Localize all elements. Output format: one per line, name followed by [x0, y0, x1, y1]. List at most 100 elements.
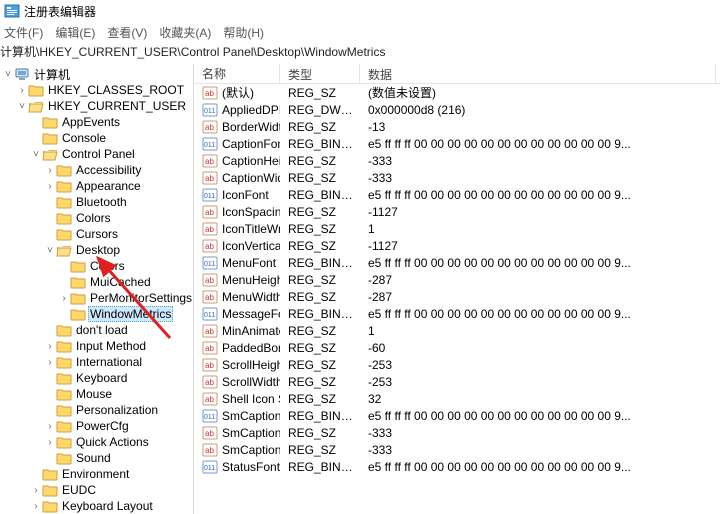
tree-item[interactable]: ›Accessibility: [2, 162, 193, 178]
tree-item[interactable]: ›Appearance: [2, 178, 193, 194]
value-row[interactable]: 011SmCaptionFontREG_BINARYe5 ff ff ff 00…: [194, 407, 720, 424]
value-row[interactable]: abMinAnimateREG_SZ1: [194, 322, 720, 339]
tree-item[interactable]: Mouse: [2, 386, 193, 402]
value-row[interactable]: 011MenuFontREG_BINARYe5 ff ff ff 00 00 0…: [194, 254, 720, 271]
tree-item[interactable]: ›Keyboard Layout: [2, 498, 193, 514]
value-row[interactable]: abCaptionHeightREG_SZ-333: [194, 152, 720, 169]
value-row[interactable]: abSmCaptionWidthREG_SZ-333: [194, 441, 720, 458]
value-row[interactable]: abIconTitleWrapREG_SZ1: [194, 220, 720, 237]
menu-view[interactable]: 查看(V): [107, 24, 147, 41]
value-data: -1127: [360, 205, 716, 219]
expand-toggle[interactable]: ˅: [2, 67, 14, 81]
expand-toggle[interactable]: ›: [44, 179, 56, 193]
value-row[interactable]: abIconSpacingREG_SZ-1127: [194, 203, 720, 220]
value-row[interactable]: abBorderWidthREG_SZ-13: [194, 118, 720, 135]
tree-item[interactable]: ˅Control Panel: [2, 146, 193, 162]
tree-item[interactable]: ›PerMonitorSettings: [2, 290, 193, 306]
expand-toggle[interactable]: ›: [58, 291, 70, 305]
tree-item[interactable]: Bluetooth: [2, 194, 193, 210]
tree-item[interactable]: ›PowerCfg: [2, 418, 193, 434]
value-row[interactable]: 011IconFontREG_BINARYe5 ff ff ff 00 00 0…: [194, 186, 720, 203]
expand-toggle[interactable]: ˅: [44, 243, 56, 257]
value-name: Shell Icon Size: [222, 392, 280, 406]
tree-item[interactable]: ›EUDC: [2, 482, 193, 498]
string-icon: ab: [202, 85, 218, 101]
value-name: MinAnimate: [222, 324, 280, 338]
menu-favorites[interactable]: 收藏夹(A): [159, 24, 211, 41]
value-type: REG_SZ: [280, 426, 360, 440]
expand-toggle[interactable]: ›: [16, 83, 28, 97]
expand-toggle[interactable]: ˅: [16, 99, 28, 113]
value-row[interactable]: abMenuWidthREG_SZ-287: [194, 288, 720, 305]
value-name: SmCaptionWidth: [222, 443, 280, 457]
expand-toggle[interactable]: ›: [44, 163, 56, 177]
col-name[interactable]: 名称: [194, 64, 280, 83]
tree-item[interactable]: ›HKEY_CLASSES_ROOT: [2, 82, 193, 98]
expand-toggle[interactable]: ›: [30, 483, 42, 497]
tree-item[interactable]: Environment: [2, 466, 193, 482]
expand-toggle[interactable]: ›: [44, 339, 56, 353]
value-data: e5 ff ff ff 00 00 00 00 00 00 00 00 00 0…: [360, 137, 716, 151]
value-data: -333: [360, 443, 716, 457]
string-icon: ab: [202, 323, 218, 339]
folder-icon: [56, 211, 72, 225]
svg-text:011: 011: [204, 193, 215, 200]
address-bar[interactable]: 计算机\HKEY_CURRENT_USER\Control Panel\Desk…: [0, 42, 720, 64]
value-row[interactable]: abScrollHeightREG_SZ-253: [194, 356, 720, 373]
tree-item[interactable]: MuiCached: [2, 274, 193, 290]
tree-item[interactable]: Colors: [2, 258, 193, 274]
menu-file[interactable]: 文件(F): [4, 24, 43, 41]
col-data[interactable]: 数据: [360, 64, 716, 83]
value-row[interactable]: 011StatusFontREG_BINARYe5 ff ff ff 00 00…: [194, 458, 720, 475]
svg-text:ab: ab: [205, 395, 214, 404]
tree-root[interactable]: ˅计算机: [2, 66, 193, 82]
value-name: StatusFont: [222, 460, 280, 474]
expand-toggle[interactable]: ›: [44, 435, 56, 449]
value-row[interactable]: abPaddedBorder...REG_SZ-60: [194, 339, 720, 356]
value-row[interactable]: abMenuHeightREG_SZ-287: [194, 271, 720, 288]
value-row[interactable]: abCaptionWidthREG_SZ-333: [194, 169, 720, 186]
expand-toggle[interactable]: ›: [44, 419, 56, 433]
expand-toggle[interactable]: ˅: [30, 147, 42, 161]
tree-item[interactable]: don't load: [2, 322, 193, 338]
binary-icon: 011: [202, 136, 218, 152]
col-type[interactable]: 类型: [280, 64, 360, 83]
value-name: IconTitleWrap: [222, 222, 280, 236]
tree-pane[interactable]: ˅计算机›HKEY_CLASSES_ROOT˅HKEY_CURRENT_USER…: [0, 64, 194, 514]
column-headers: 名称 类型 数据: [194, 64, 720, 84]
value-row[interactable]: abIconVerticalSpa...REG_SZ-1127: [194, 237, 720, 254]
tree-item[interactable]: ›Input Method: [2, 338, 193, 354]
value-type: REG_BINARY: [280, 307, 360, 321]
tree-item[interactable]: WindowMetrics: [2, 306, 193, 322]
tree-item[interactable]: Personalization: [2, 402, 193, 418]
value-row[interactable]: abScrollWidthREG_SZ-253: [194, 373, 720, 390]
tree-item[interactable]: Colors: [2, 210, 193, 226]
tree-item[interactable]: ˅HKEY_CURRENT_USER: [2, 98, 193, 114]
value-type: REG_SZ: [280, 290, 360, 304]
value-row[interactable]: abShell Icon SizeREG_SZ32: [194, 390, 720, 407]
expand-toggle[interactable]: ›: [44, 355, 56, 369]
value-type: REG_SZ: [280, 341, 360, 355]
menu-help[interactable]: 帮助(H): [223, 24, 264, 41]
menu-edit[interactable]: 编辑(E): [55, 24, 95, 41]
value-row[interactable]: ab(默认)REG_SZ(数值未设置): [194, 84, 720, 101]
tree-item[interactable]: Sound: [2, 450, 193, 466]
tree-item[interactable]: Cursors: [2, 226, 193, 242]
value-row[interactable]: 011AppliedDPIREG_DWORD0x000000d8 (216): [194, 101, 720, 118]
folder-icon: [42, 467, 58, 481]
values-pane[interactable]: 名称 类型 数据 ab(默认)REG_SZ(数值未设置)011AppliedDP…: [194, 64, 720, 514]
expand-toggle[interactable]: ›: [30, 499, 42, 513]
value-row[interactable]: abSmCaptionHeig...REG_SZ-333: [194, 424, 720, 441]
tree-item[interactable]: Console: [2, 130, 193, 146]
value-name: CaptionHeight: [222, 154, 280, 168]
value-row[interactable]: 011CaptionFontREG_BINARYe5 ff ff ff 00 0…: [194, 135, 720, 152]
tree-item[interactable]: Keyboard: [2, 370, 193, 386]
tree-item[interactable]: ›International: [2, 354, 193, 370]
string-icon: ab: [202, 221, 218, 237]
svg-text:ab: ab: [205, 361, 214, 370]
tree-item[interactable]: ˅Desktop: [2, 242, 193, 258]
tree-item[interactable]: AppEvents: [2, 114, 193, 130]
tree-item[interactable]: ›Quick Actions: [2, 434, 193, 450]
folder-icon: [42, 131, 58, 145]
value-row[interactable]: 011MessageFontREG_BINARYe5 ff ff ff 00 0…: [194, 305, 720, 322]
